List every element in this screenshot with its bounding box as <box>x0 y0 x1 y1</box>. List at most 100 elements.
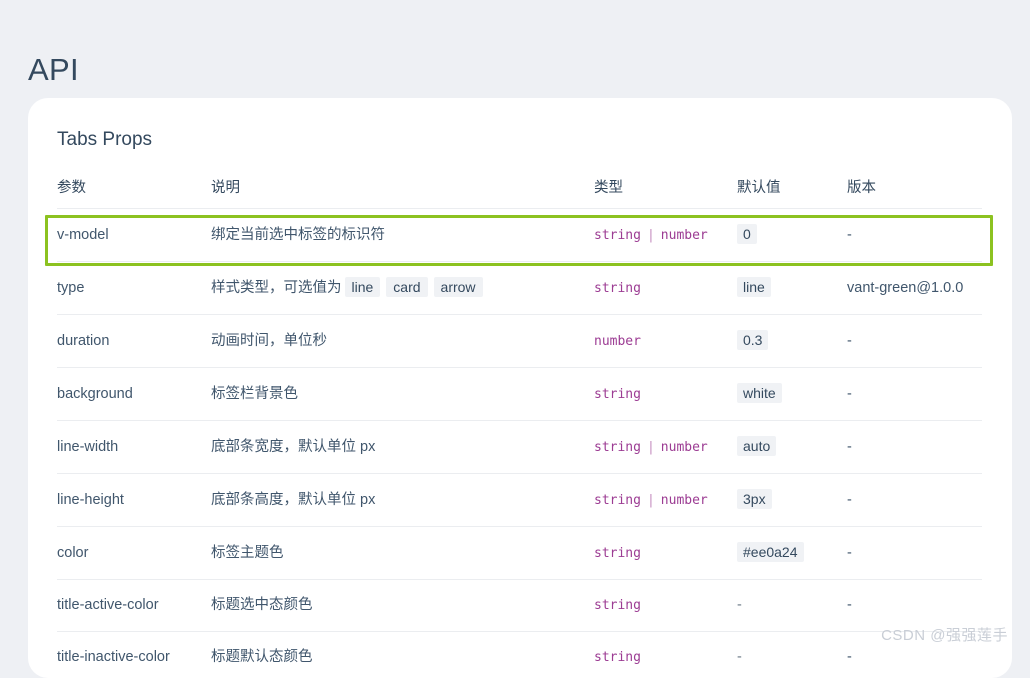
type-token: string <box>594 546 641 561</box>
default-value-chip: 0.3 <box>737 330 768 350</box>
type-token: string <box>594 493 641 508</box>
param-version-cell: - <box>847 315 982 368</box>
param-description-cell: 绑定当前选中标签的标识符 <box>211 209 594 262</box>
param-default-cell: 3px <box>737 474 847 527</box>
param-name-cell: color <box>57 527 211 580</box>
column-header-version: 版本 <box>847 176 982 209</box>
param-default-cell: white <box>737 368 847 421</box>
inline-code-chip: card <box>386 277 427 297</box>
param-name-cell: title-active-color <box>57 580 211 632</box>
default-value-empty: - <box>737 649 742 665</box>
param-type-cell: number <box>594 315 737 368</box>
section-heading: Tabs Props <box>57 129 152 151</box>
description-text: 动画时间，单位秒 <box>211 333 327 349</box>
param-default-cell: - <box>737 632 847 678</box>
description-text: 底部条宽度，默认单位 px <box>211 439 375 455</box>
param-version-cell: - <box>847 474 982 527</box>
param-description-cell: 动画时间，单位秒 <box>211 315 594 368</box>
description-text: 标题选中态颜色 <box>211 597 313 613</box>
description-text: 底部条高度，默认单位 px <box>211 492 375 508</box>
page-title: API <box>28 52 79 88</box>
param-type-cell: string|number <box>594 474 737 527</box>
type-separator-icon: | <box>641 228 661 243</box>
table-row: title-inactive-color标题默认态颜色string-- <box>57 632 982 678</box>
table-body: v-model绑定当前选中标签的标识符string|number0-type样式… <box>57 209 982 678</box>
column-header-default: 默认值 <box>737 176 847 209</box>
api-card: Tabs Props 参数 说明 类型 默认值 版本 v-model绑定当前选中… <box>28 98 1012 678</box>
param-type-cell: string <box>594 632 737 678</box>
table-header-row: 参数 说明 类型 默认值 版本 <box>57 176 982 209</box>
type-token: string <box>594 228 641 243</box>
param-description-cell: 底部条高度，默认单位 px <box>211 474 594 527</box>
param-type-cell: string <box>594 527 737 580</box>
type-token: number <box>661 440 708 455</box>
table-row: line-width底部条宽度，默认单位 pxstring|numberauto… <box>57 421 982 474</box>
type-token: number <box>661 228 708 243</box>
inline-code-chip: arrow <box>434 277 483 297</box>
type-token: number <box>661 493 708 508</box>
type-token: string <box>594 440 641 455</box>
default-value-chip: 0 <box>737 224 757 244</box>
table-row: duration动画时间，单位秒 number 0.3 - <box>57 315 982 368</box>
param-description-cell: 样式类型，可选值为linecard arrow <box>211 262 594 315</box>
param-name-cell: type <box>57 262 211 315</box>
watermark: CSDN @强强莲手 <box>881 624 1008 645</box>
table-row: title-active-color标题选中态颜色string-- <box>57 580 982 632</box>
table-row: type样式类型，可选值为linecardarrowstringlinevant… <box>57 262 982 315</box>
param-default-cell: 0.3 <box>737 315 847 368</box>
param-description-cell: 标题默认态颜色 <box>211 632 594 678</box>
description-text: 样式类型，可选值为 <box>211 280 342 296</box>
column-header-param: 参数 <box>57 176 211 209</box>
param-default-cell: #ee0a24 <box>737 527 847 580</box>
description-text: 标签主题色 <box>211 545 284 561</box>
type-token: string <box>594 650 641 665</box>
param-description-cell: 标题选中态颜色 <box>211 580 594 632</box>
column-header-type: 类型 <box>594 176 737 209</box>
param-name-cell: duration <box>57 315 211 368</box>
param-description-cell: 底部条宽度，默认单位 px <box>211 421 594 474</box>
default-value-chip: #ee0a24 <box>737 542 804 562</box>
table-row: background标签栏背景色 string white - <box>57 368 982 421</box>
param-name-cell: background <box>57 368 211 421</box>
default-value-chip: auto <box>737 436 776 456</box>
type-token: number <box>594 334 641 349</box>
param-name-cell: title-inactive-color <box>57 632 211 678</box>
type-token: string <box>594 387 641 402</box>
description-text: 标题默认态颜色 <box>211 649 313 665</box>
param-type-cell: string <box>594 262 737 315</box>
type-separator-icon: | <box>641 493 661 508</box>
type-separator-icon: | <box>641 440 661 455</box>
param-default-cell: auto <box>737 421 847 474</box>
param-default-cell: - <box>737 580 847 632</box>
param-description-cell: 标签栏背景色 <box>211 368 594 421</box>
default-value-chip: 3px <box>737 489 772 509</box>
description-text: 绑定当前选中标签的标识符 <box>211 227 385 243</box>
param-default-cell: line <box>737 262 847 315</box>
default-value-chip: white <box>737 383 782 403</box>
param-description-cell: 标签主题色 <box>211 527 594 580</box>
tabs-props-table: 参数 说明 类型 默认值 版本 v-model绑定当前选中标签的标识符 strin… <box>57 176 982 678</box>
param-version-cell: - <box>847 368 982 421</box>
param-type-cell: string <box>594 368 737 421</box>
param-version-cell: - <box>847 527 982 580</box>
type-token: string <box>594 598 641 613</box>
column-header-desc: 说明 <box>211 176 594 209</box>
table-head: 参数 说明 类型 默认值 版本 <box>57 176 982 209</box>
param-name-cell: v-model <box>57 209 211 262</box>
table-row: v-model绑定当前选中标签的标识符string|number0- <box>57 209 982 262</box>
param-version-cell: vant-green@1.0.0 <box>847 262 982 315</box>
default-value-chip: line <box>737 277 771 297</box>
param-default-cell: 0 <box>737 209 847 262</box>
api-table-wrapper: 参数 说明 类型 默认值 版本 v-model绑定当前选中标签的标识符 strin… <box>57 176 982 678</box>
param-type-cell: string|number <box>594 421 737 474</box>
param-version-cell: - <box>847 209 982 262</box>
table-row: color标签主题色 string #ee0a24 - <box>57 527 982 580</box>
param-name-cell: line-width <box>57 421 211 474</box>
page-root: API Tabs Props 参数 说明 类型 默认值 版本 v-model绑定… <box>0 0 1030 652</box>
param-version-cell: - <box>847 421 982 474</box>
inline-code-chip: line <box>345 277 381 297</box>
table-row: line-height底部条高度，默认单位 pxstring|number3px… <box>57 474 982 527</box>
param-type-cell: string <box>594 580 737 632</box>
param-type-cell: string|number <box>594 209 737 262</box>
description-text: 标签栏背景色 <box>211 386 298 402</box>
